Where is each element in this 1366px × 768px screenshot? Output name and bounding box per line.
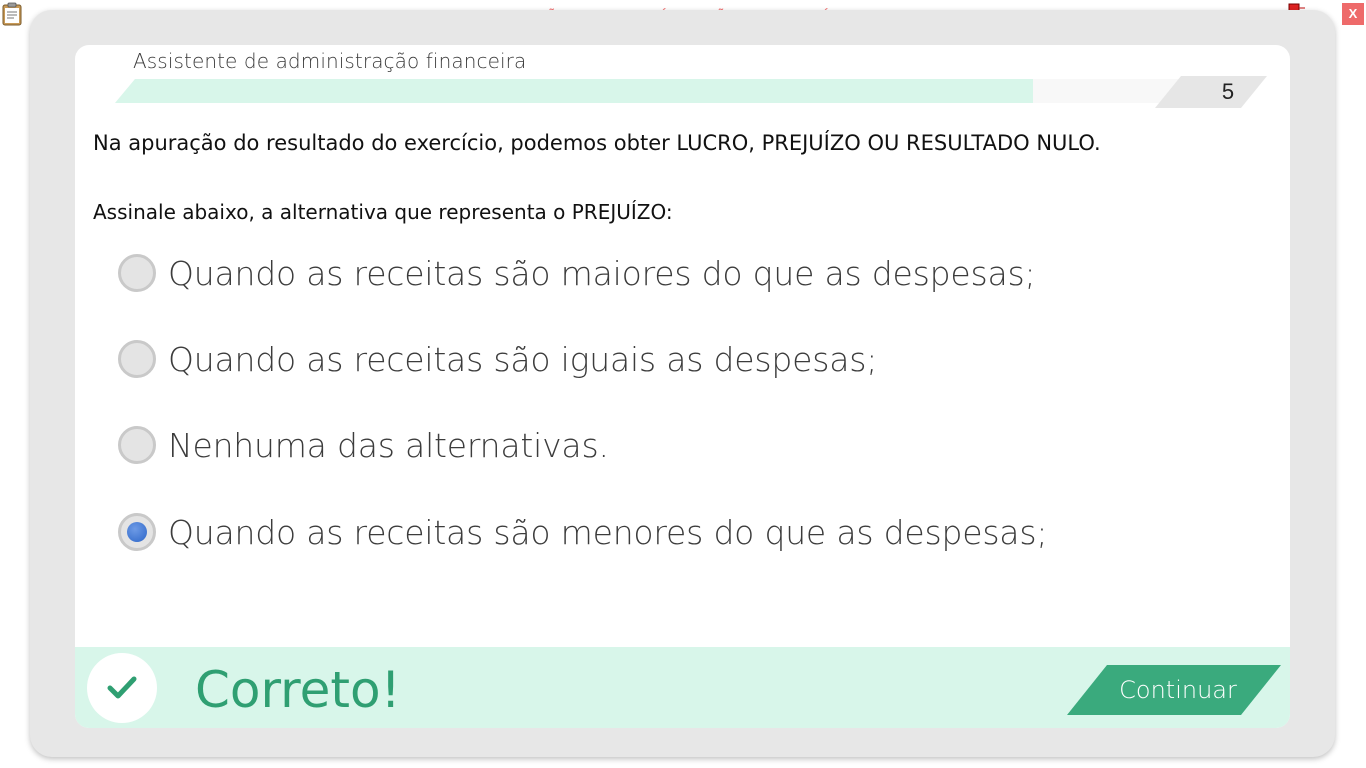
answer-option-3[interactable]: Nenhuma das alternativas. — [118, 421, 1018, 469]
quiz-card: Assistente de administração financeira 5… — [75, 45, 1290, 728]
radio-button[interactable] — [118, 426, 156, 464]
progress-bar — [115, 79, 1195, 103]
course-title: Assistente de administração financeira — [133, 49, 527, 73]
radio-button[interactable] — [118, 340, 156, 378]
radio-button[interactable] — [118, 254, 156, 292]
check-icon — [107, 676, 137, 699]
option-label: Quando as receitas são maiores do que as… — [168, 253, 1036, 293]
clipboard-icon[interactable] — [2, 2, 22, 26]
instruction-text: Assinale abaixo, a alternativa que repre… — [93, 200, 673, 224]
option-label: Quando as receitas são menores do que as… — [168, 512, 1048, 552]
radio-button[interactable] — [118, 513, 156, 551]
answer-option-1[interactable]: Quando as receitas são maiores do que as… — [118, 249, 1036, 297]
question-text: Na apuração do resultado do exercício, p… — [93, 131, 1101, 155]
progress-fill — [115, 79, 1033, 103]
feedback-result-text: Correto! — [195, 661, 401, 719]
check-badge — [87, 653, 157, 723]
feedback-bar: Correto! Continuar — [75, 647, 1290, 728]
close-button[interactable]: X — [1342, 3, 1364, 25]
option-label: Nenhuma das alternativas. — [168, 425, 609, 465]
answer-option-4[interactable]: Quando as receitas são menores do que as… — [118, 508, 1047, 556]
answer-option-2[interactable]: Quando as receitas são iguais as despesa… — [118, 335, 1018, 383]
option-label: Quando as receitas são iguais as despesa… — [168, 339, 878, 379]
continue-button[interactable]: Continuar — [1067, 665, 1281, 715]
